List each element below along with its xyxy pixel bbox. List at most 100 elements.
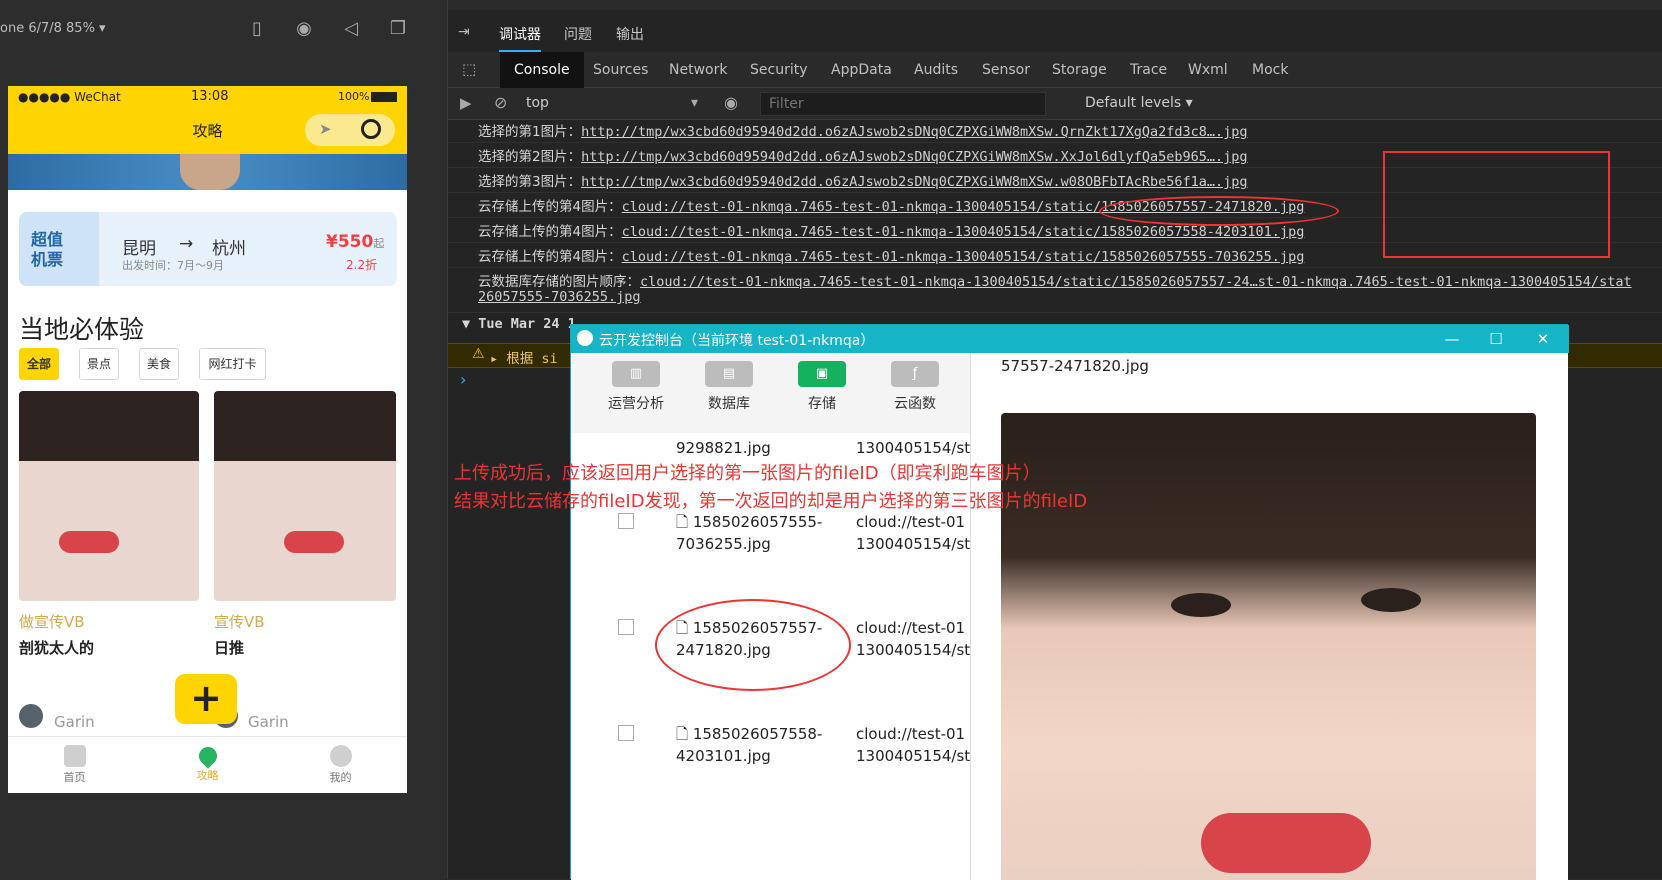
eye-icon[interactable]: ◉ bbox=[724, 93, 738, 112]
file-checkbox[interactable] bbox=[618, 619, 634, 635]
tab-wxml[interactable]: Wxml bbox=[1174, 52, 1242, 88]
user-icon bbox=[329, 745, 352, 767]
log-entry: 云数据库存储的图片顺序：cloud://test-01-nkmqa.7465-t… bbox=[478, 274, 1632, 290]
sidebar-toggle-icon[interactable]: ▶ bbox=[460, 94, 472, 112]
location-arrow-icon[interactable]: ➤ bbox=[319, 120, 332, 138]
annotation-oval bbox=[1099, 196, 1339, 226]
file-name: 9298821.jpg bbox=[676, 439, 771, 457]
annotation-text: 结果对比云储存的fileID发现，第一次返回的却是用户选择的第三张图片的file… bbox=[454, 491, 1088, 512]
menu-capsule[interactable]: ➤ bbox=[305, 114, 395, 146]
tab-security[interactable]: Security bbox=[736, 52, 822, 88]
file-path: cloud://test-01 1300405154/st bbox=[856, 619, 971, 659]
add-button[interactable]: + bbox=[175, 674, 237, 724]
file-row[interactable]: 🗋 1585026057555- 7036255.jpg bbox=[676, 511, 822, 555]
status-carrier: ●●●●● WeChat bbox=[18, 90, 121, 104]
tab-mock[interactable]: Mock bbox=[1238, 52, 1302, 88]
tool-database[interactable]: ▤ 数据库 bbox=[689, 361, 769, 413]
ticket-from: 昆明 bbox=[122, 239, 156, 259]
log-levels-select[interactable]: Default levels ▾ bbox=[1085, 95, 1193, 111]
log-entry: 选择的第2图片：http://tmp/wx3cbd60d95940d2dd.o6… bbox=[478, 149, 1248, 165]
close-icon[interactable]: ✕ bbox=[1523, 327, 1563, 351]
console-prompt[interactable]: › bbox=[460, 370, 466, 389]
log-entry-continued: 26057555-7036255.jpg bbox=[478, 289, 641, 305]
file-icon: 🗋 bbox=[676, 725, 689, 743]
speaker-icon[interactable]: ◁ bbox=[340, 18, 362, 40]
chip-all[interactable]: 全部 bbox=[19, 348, 59, 380]
flight-ticket-card[interactable]: 超值 机票 昆明 → 杭州 出发时间：7月～9月 ¥550起 2.2折 bbox=[19, 212, 397, 286]
tab-sensor[interactable]: Sensor bbox=[968, 52, 1044, 88]
log-link[interactable]: http://tmp/wx3cbd60d95940d2dd.o6zAJswob2… bbox=[581, 124, 1247, 140]
section-title: 当地必体验 bbox=[19, 315, 145, 344]
log-link[interactable]: cloud://test-01-nkmqa.7465-test-01-nkmqa… bbox=[640, 274, 1632, 290]
cloud-console-titlebar[interactable]: 云开发控制台（当前环境 test-01-nkmqa） — ☐ ✕ bbox=[571, 325, 1569, 353]
chip-hotspot[interactable]: 网红打卡 bbox=[199, 348, 266, 380]
tab-sources[interactable]: Sources bbox=[579, 52, 662, 88]
file-icon: 🗋 bbox=[676, 513, 689, 531]
file-checkbox[interactable] bbox=[618, 725, 634, 741]
log-group-header[interactable]: ▼ Tue Mar 24 1 bbox=[462, 316, 576, 332]
tab-appdata[interactable]: AppData bbox=[817, 52, 906, 88]
file-path: cloud://test-01 1300405154/st bbox=[856, 725, 971, 765]
maximize-icon[interactable]: ☐ bbox=[1476, 327, 1516, 351]
file-path: cloud://test-01 1300405154/st bbox=[856, 513, 971, 553]
file-row[interactable]: 🗋 1585026057558- 4203101.jpg bbox=[676, 723, 822, 767]
ticket-time: 出发时间：7月～9月 bbox=[122, 259, 224, 272]
tab-audits[interactable]: Audits bbox=[900, 52, 972, 88]
tab-issues[interactable]: 问题 bbox=[564, 24, 592, 44]
location-pin-icon bbox=[194, 743, 221, 769]
status-bar: ●●●●● WeChat 13:08 100% bbox=[8, 86, 407, 108]
dock-icon[interactable]: ⇥ bbox=[458, 24, 470, 40]
ticket-price: ¥550起 bbox=[326, 232, 385, 252]
chip-food[interactable]: 美食 bbox=[139, 348, 179, 380]
tab-console[interactable]: Console bbox=[500, 52, 584, 88]
ticket-tag: 超值 机票 bbox=[19, 212, 99, 286]
banner-image[interactable] bbox=[8, 154, 407, 190]
filter-input[interactable] bbox=[760, 92, 1046, 116]
chip-sights[interactable]: 景点 bbox=[79, 348, 119, 380]
device-selector[interactable]: one 6/7/8 85% ▾ bbox=[0, 21, 106, 36]
file-checkbox[interactable] bbox=[618, 513, 634, 529]
annotation-rectangle bbox=[1383, 151, 1610, 258]
log-link[interactable]: cloud://test-01-nkmqa.7465-test-01-nkmqa… bbox=[622, 224, 1305, 240]
window-icon[interactable]: ❐ bbox=[387, 18, 409, 40]
tab-network[interactable]: Network bbox=[655, 52, 741, 88]
card-image[interactable] bbox=[214, 391, 396, 601]
preview-caption: 57557-2471820.jpg bbox=[1001, 357, 1149, 375]
tab-guide[interactable]: 攻略 bbox=[141, 737, 274, 793]
record-icon[interactable]: ◉ bbox=[293, 18, 315, 40]
tab-storage[interactable]: Storage bbox=[1038, 52, 1121, 88]
tool-storage[interactable]: ▣ 存储 bbox=[782, 361, 862, 413]
tab-output[interactable]: 输出 bbox=[616, 24, 644, 44]
phone-screen: ●●●●● WeChat 13:08 100% 攻略 ➤ 超值 机票 昆明 → 杭… bbox=[8, 86, 407, 793]
tool-analytics[interactable]: ▥ 运营分析 bbox=[596, 361, 676, 413]
function-icon: ƒ bbox=[891, 361, 939, 387]
database-icon: ▤ bbox=[705, 361, 753, 387]
card-tag: 宣传VB bbox=[214, 613, 265, 631]
card-tag: 做宣传VB bbox=[19, 613, 85, 631]
phone-icon[interactable]: ▯ bbox=[246, 18, 268, 40]
card-image[interactable] bbox=[19, 391, 199, 601]
tab-home[interactable]: 首页 bbox=[8, 737, 141, 793]
clear-console-icon[interactable]: ⊘ bbox=[494, 93, 507, 112]
console-toolbar: ▶ ⊘ top▾ ◉ Default levels ▾ bbox=[448, 88, 1662, 120]
card-author: Garin bbox=[54, 713, 95, 731]
log-link[interactable]: http://tmp/wx3cbd60d95940d2dd.o6zAJswob2… bbox=[581, 149, 1247, 165]
warning-icon: ⚠ bbox=[472, 346, 485, 362]
close-circle-icon[interactable] bbox=[361, 119, 381, 139]
tab-trace[interactable]: Trace bbox=[1116, 52, 1181, 88]
context-select[interactable]: top ▾ bbox=[526, 95, 706, 111]
log-link[interactable]: cloud://test-01-nkmqa.7465-test-01-nkmqa… bbox=[622, 249, 1305, 265]
tool-functions[interactable]: ƒ 云函数 bbox=[875, 361, 955, 413]
devtools-top-tabs: ⇥ 调试器 问题 输出 bbox=[448, 16, 1662, 52]
tab-mine[interactable]: 我的 bbox=[274, 737, 407, 793]
inspect-icon[interactable]: ⬚ bbox=[462, 60, 476, 78]
tab-debugger[interactable]: 调试器 bbox=[499, 24, 541, 52]
log-link[interactable]: http://tmp/wx3cbd60d95940d2dd.o6zAJswob2… bbox=[581, 174, 1247, 190]
cloud-console-title: 云开发控制台（当前环境 test-01-nkmqa） bbox=[599, 333, 875, 349]
minimize-icon[interactable]: — bbox=[1432, 327, 1472, 351]
arrow-icon: → bbox=[179, 234, 194, 254]
simulator-pane: one 6/7/8 85% ▾ ▯ ◉ ◁ ❐ ●●●●● WeChat 13:… bbox=[0, 0, 448, 879]
ticket-to: 杭州 bbox=[212, 239, 246, 259]
status-time: 13:08 bbox=[191, 89, 229, 104]
nav-bar: 攻略 ➤ bbox=[8, 108, 407, 154]
